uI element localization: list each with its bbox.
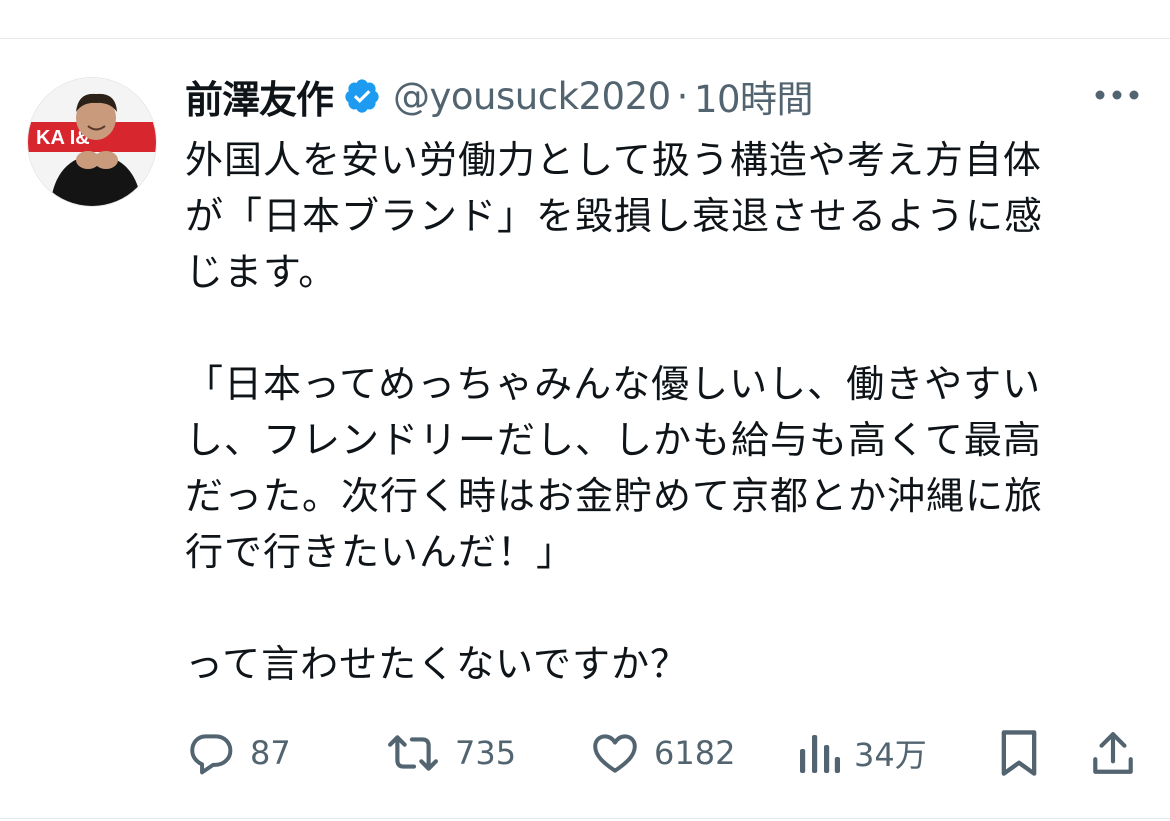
views-button[interactable]: 34万 <box>796 722 927 784</box>
reply-button[interactable]: 87 <box>186 722 291 784</box>
tweet-timestamp[interactable]: 10時間 <box>694 69 814 123</box>
bookmark-icon <box>1001 730 1037 776</box>
action-bar: 87 735 6182 34万 <box>0 722 1170 784</box>
heart-icon <box>593 734 637 773</box>
avatar[interactable]: KA I& <box>27 77 157 207</box>
bookmark-button[interactable] <box>997 722 1041 784</box>
reply-count: 87 <box>250 734 291 772</box>
tweet-line: じます。 <box>185 250 338 294</box>
author-handle[interactable]: @yousuck2020 <box>393 75 671 118</box>
tweet-line: 行で行きたいんだ！」 <box>185 530 576 574</box>
views-count: 34万 <box>854 736 927 774</box>
author-name[interactable]: 前澤友作 <box>185 69 334 124</box>
tweet-line: 外国人を安い労働力として扱う構造や考え方自体 <box>185 138 1042 182</box>
retweet-button[interactable]: 735 <box>385 722 516 784</box>
top-divider <box>0 38 1170 39</box>
tweet-line: って言わせたくないですか？ <box>185 642 689 686</box>
like-button[interactable]: 6182 <box>590 722 735 784</box>
retweet-icon <box>388 735 438 771</box>
bottom-divider <box>0 818 1170 819</box>
more-options-icon[interactable] <box>1094 86 1140 104</box>
avatar-image: KA I& <box>28 78 156 206</box>
views-icon <box>800 735 840 773</box>
tweet-line: し、フレンドリーだし、しかも給与も高くて最高 <box>185 418 1042 462</box>
tweet-line: が「日本ブランド」を毀損し衰退させるように感 <box>185 194 1044 238</box>
tweet-line: だった。次行く時はお金貯めて京都とか沖縄に旅 <box>185 474 1044 518</box>
retweet-count: 735 <box>455 734 517 772</box>
header-separator: · <box>676 74 689 118</box>
tweet-header: 前澤友作 @yousuck2020 · 10時間 <box>185 69 814 124</box>
verified-badge-icon <box>345 79 379 113</box>
share-button[interactable] <box>1090 722 1136 784</box>
share-icon <box>1093 732 1133 774</box>
tweet-line: 「日本ってめっちゃみんな優しいし、働きやすい <box>185 362 1042 406</box>
like-count: 6182 <box>654 734 736 772</box>
reply-icon <box>190 734 233 775</box>
tweet-text: 外国人を安い労働力として扱う構造や考え方自体 が「日本ブランド」を毀損し衰退させ… <box>185 132 1145 692</box>
